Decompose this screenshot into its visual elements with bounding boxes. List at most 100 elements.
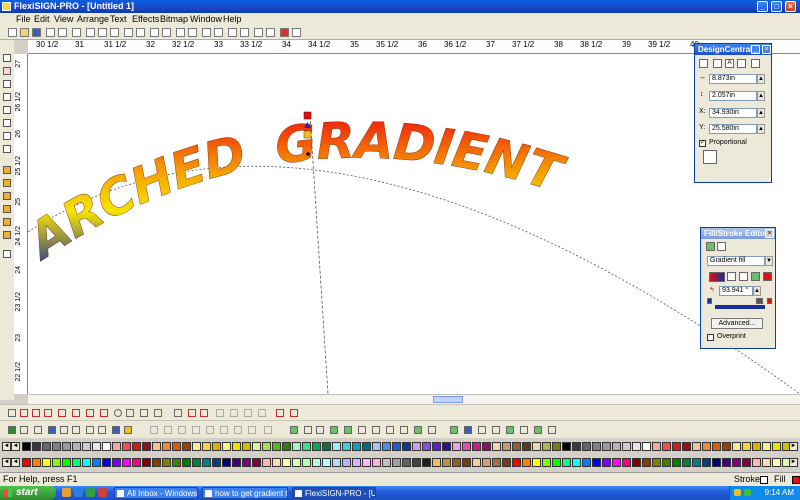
guides-icon[interactable] bbox=[240, 28, 249, 37]
palette-scroll-left[interactable]: ◄ bbox=[11, 442, 20, 451]
color-swatch[interactable] bbox=[72, 442, 81, 451]
color-swatch[interactable] bbox=[382, 458, 391, 467]
color-swatch[interactable] bbox=[272, 442, 281, 451]
node-icon[interactable] bbox=[534, 426, 542, 434]
rectangle-tool-icon[interactable] bbox=[3, 106, 11, 114]
print-icon[interactable] bbox=[58, 28, 67, 37]
fill-bucket-icon[interactable] bbox=[706, 242, 715, 251]
fill-type-dropdown[interactable]: ▼ bbox=[765, 256, 773, 266]
color-swatch[interactable] bbox=[702, 458, 711, 467]
shadow-tool-icon[interactable] bbox=[3, 218, 11, 226]
zoom-tool-icon[interactable] bbox=[3, 145, 11, 153]
zoom-in-icon[interactable] bbox=[60, 426, 68, 434]
gradient-stop-marker[interactable] bbox=[756, 298, 763, 304]
color-swatch[interactable] bbox=[472, 458, 481, 467]
arc-icon[interactable] bbox=[20, 409, 28, 417]
color-swatch[interactable] bbox=[192, 442, 201, 451]
color-swatch[interactable] bbox=[132, 442, 141, 451]
magic-wand-icon[interactable] bbox=[188, 28, 197, 37]
proportional-checkbox[interactable]: ✓ bbox=[699, 140, 706, 147]
rect-icon[interactable] bbox=[126, 409, 134, 417]
panel-close-button[interactable]: × bbox=[762, 45, 771, 54]
color-swatch[interactable] bbox=[142, 458, 151, 467]
color-swatch[interactable] bbox=[422, 442, 431, 451]
color-swatch[interactable] bbox=[732, 458, 741, 467]
save-all-icon[interactable] bbox=[46, 28, 55, 37]
menu-arrange[interactable]: Arrange bbox=[77, 14, 109, 24]
color-swatch[interactable] bbox=[52, 458, 61, 467]
pen-icon[interactable] bbox=[174, 409, 182, 417]
color-swatch[interactable] bbox=[142, 442, 151, 451]
pen-tool-icon[interactable] bbox=[3, 93, 11, 101]
fill-swatch[interactable] bbox=[792, 476, 800, 484]
color-swatch[interactable] bbox=[502, 458, 511, 467]
envelope-icon[interactable] bbox=[86, 409, 94, 417]
color-swatch[interactable] bbox=[622, 442, 631, 451]
color-swatch[interactable] bbox=[362, 442, 371, 451]
export-icon[interactable] bbox=[162, 28, 171, 37]
scrollbar-thumb[interactable] bbox=[433, 396, 463, 403]
color-swatch[interactable] bbox=[282, 458, 291, 467]
select-tool-icon[interactable] bbox=[3, 54, 11, 62]
x-spinner[interactable]: ▲ bbox=[757, 108, 765, 118]
color-swatch[interactable] bbox=[562, 458, 571, 467]
color-swatch[interactable] bbox=[672, 458, 681, 467]
messenger-icon[interactable] bbox=[86, 488, 95, 497]
menu-bitmap[interactable]: Bitmap bbox=[160, 14, 188, 24]
align-icon[interactable] bbox=[230, 409, 238, 417]
color-swatch[interactable] bbox=[222, 442, 231, 451]
align-icon[interactable] bbox=[737, 59, 746, 68]
color-swatch[interactable] bbox=[712, 458, 721, 467]
advanced-button[interactable]: Advanced... bbox=[711, 318, 763, 329]
color-swatch[interactable] bbox=[502, 442, 511, 451]
color-swatch[interactable] bbox=[332, 442, 341, 451]
color-swatch[interactable] bbox=[362, 458, 371, 467]
color-swatch[interactable] bbox=[172, 442, 181, 451]
menu-edit[interactable]: Edit bbox=[34, 14, 50, 24]
node-icon[interactable] bbox=[464, 426, 472, 434]
color-swatch[interactable] bbox=[172, 458, 181, 467]
envelope-icon[interactable] bbox=[58, 409, 66, 417]
arc-icon[interactable] bbox=[32, 409, 40, 417]
color-swatch[interactable] bbox=[382, 442, 391, 451]
color-swatch[interactable] bbox=[552, 458, 561, 467]
color-swatch[interactable] bbox=[372, 458, 381, 467]
contour-tool-icon[interactable] bbox=[3, 205, 11, 213]
zoom-fit-icon[interactable] bbox=[98, 426, 106, 434]
color-swatch[interactable] bbox=[482, 458, 491, 467]
menu-text[interactable]: Text bbox=[110, 14, 127, 24]
color-swatch[interactable] bbox=[752, 442, 761, 451]
hand-icon[interactable] bbox=[86, 426, 94, 434]
color-swatch[interactable] bbox=[452, 442, 461, 451]
color-swatch[interactable] bbox=[442, 458, 451, 467]
effects-tool-icon[interactable] bbox=[3, 192, 11, 200]
color-swatch[interactable] bbox=[72, 458, 81, 467]
color-swatch[interactable] bbox=[662, 442, 671, 451]
color-swatch[interactable] bbox=[262, 442, 271, 451]
color-swatch[interactable] bbox=[212, 458, 221, 467]
tray-icon[interactable] bbox=[734, 489, 741, 496]
minimize-button[interactable]: _ bbox=[757, 1, 768, 12]
redo-icon[interactable] bbox=[136, 28, 145, 37]
cut-out-icon[interactable] bbox=[280, 28, 289, 37]
color-swatch[interactable] bbox=[82, 442, 91, 451]
panel-close-button[interactable]: × bbox=[765, 229, 774, 238]
gradient-stop-right[interactable] bbox=[767, 298, 772, 304]
color-swatch[interactable] bbox=[602, 442, 611, 451]
color-swatch[interactable] bbox=[322, 442, 331, 451]
spacing-icon[interactable] bbox=[751, 59, 760, 68]
distort-tool-icon[interactable] bbox=[3, 231, 11, 239]
design-canvas[interactable]: ARCHEDGRADIENT bbox=[28, 54, 800, 394]
gradient-type-icon[interactable] bbox=[763, 272, 772, 281]
palette-scroll-right[interactable]: ► bbox=[789, 442, 798, 451]
menu-view[interactable]: View bbox=[54, 14, 73, 24]
color-swatch[interactable] bbox=[642, 442, 651, 451]
color-swatch[interactable] bbox=[372, 442, 381, 451]
color-swatch[interactable] bbox=[112, 458, 121, 467]
width-spinner[interactable]: ▲ bbox=[757, 74, 765, 84]
align-icon[interactable] bbox=[244, 409, 252, 417]
color-swatch[interactable] bbox=[82, 458, 91, 467]
wand-icon[interactable] bbox=[290, 409, 298, 417]
color-swatch[interactable] bbox=[112, 442, 121, 451]
color-swatch[interactable] bbox=[552, 442, 561, 451]
